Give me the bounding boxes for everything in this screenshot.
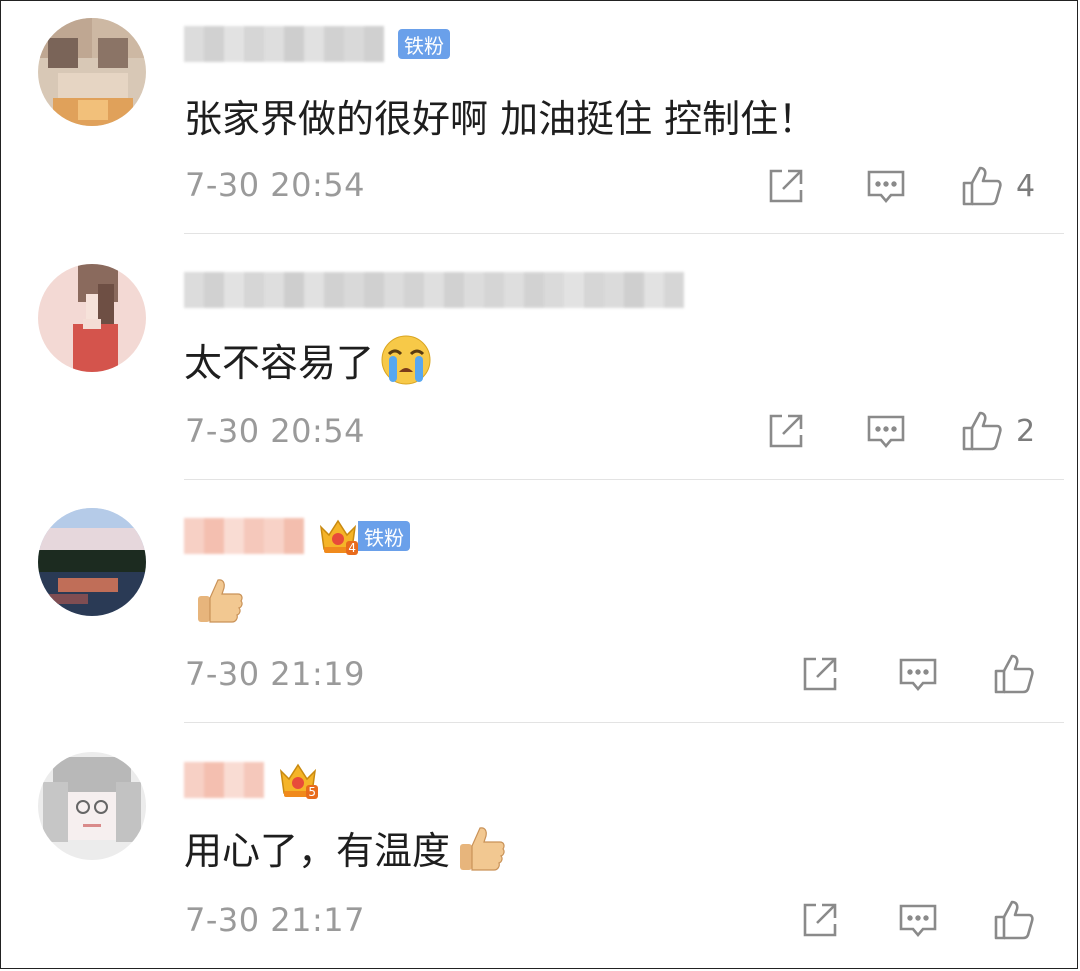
member-badge: 4 铁粉 <box>318 517 410 555</box>
share-icon[interactable] <box>798 898 842 942</box>
thumbs-up-emoji <box>194 574 246 626</box>
comment-time: 7-30 20:54 <box>185 412 366 450</box>
comment-header: 铁粉 <box>184 22 450 66</box>
like-icon[interactable] <box>992 652 1036 696</box>
crown-level: 5 <box>306 785 318 799</box>
reply-icon[interactable] <box>896 652 940 696</box>
fan-badge: 铁粉 <box>358 521 410 551</box>
thumbs-up-emoji <box>456 822 508 874</box>
reply-icon[interactable] <box>864 409 908 453</box>
reply-icon[interactable] <box>896 898 940 942</box>
username-blurred[interactable] <box>184 26 384 62</box>
comment-time: 7-30 20:54 <box>185 166 366 204</box>
share-icon[interactable] <box>764 164 808 208</box>
comment-actions: 4 <box>764 161 1035 211</box>
divider <box>184 233 1064 234</box>
like-icon[interactable] <box>992 898 1036 942</box>
comment-time: 7-30 21:17 <box>185 901 366 939</box>
comment-header: 4 铁粉 <box>184 514 410 558</box>
comment-actions <box>798 649 1036 699</box>
crown-level: 4 <box>346 541 358 555</box>
comment-text <box>184 574 246 626</box>
comment-text-content: 张家界做的很好啊 加油挺住 控制住！ <box>184 97 817 141</box>
screenshot-frame <box>0 0 1078 969</box>
comment-text: 太不容易了 <box>184 332 432 387</box>
username-blurred[interactable] <box>184 762 264 798</box>
comment-time: 7-30 21:19 <box>185 655 366 693</box>
share-icon[interactable] <box>764 409 808 453</box>
username-blurred[interactable] <box>184 272 684 308</box>
user-avatar[interactable] <box>38 752 146 860</box>
comment-text-content: 太不容易了 <box>184 341 375 385</box>
user-avatar[interactable] <box>38 264 146 372</box>
share-icon[interactable] <box>798 652 842 696</box>
crown-icon: 5 <box>278 761 318 799</box>
comment-header: 5 <box>184 758 318 802</box>
like-count: 4 <box>1016 168 1036 204</box>
comment-text: 用心了，有温度 <box>184 820 508 875</box>
crown-icon: 4 <box>318 517 358 555</box>
user-avatar[interactable] <box>38 508 146 616</box>
comment-header <box>184 268 684 312</box>
divider <box>184 479 1064 480</box>
user-avatar[interactable] <box>38 18 146 126</box>
reply-icon[interactable] <box>864 164 908 208</box>
comment-actions <box>798 895 1036 945</box>
like-icon[interactable] <box>960 164 1004 208</box>
divider <box>184 722 1064 723</box>
fan-badge: 铁粉 <box>398 29 450 59</box>
crying-face-emoji <box>380 334 432 386</box>
like-icon[interactable] <box>960 409 1004 453</box>
like-count: 2 <box>1016 413 1036 449</box>
comment-actions: 2 <box>764 406 1035 456</box>
comment-text-content: 用心了，有温度 <box>184 829 451 873</box>
comment-text: 张家界做的很好啊 加油挺住 控制住！ <box>184 88 816 143</box>
username-blurred[interactable] <box>184 518 304 554</box>
